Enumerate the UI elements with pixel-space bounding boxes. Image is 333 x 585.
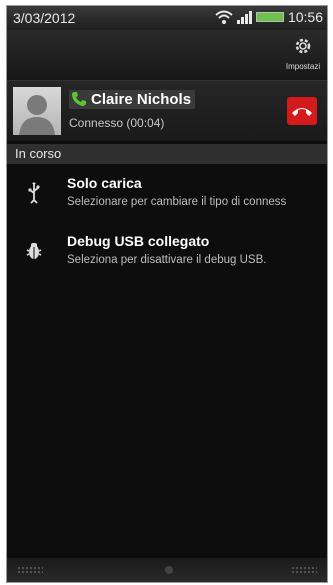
notification-text: Seleziona per disattivare il debug USB.: [67, 254, 267, 266]
notification-item-usb-debug[interactable]: Debug USB collegato Seleziona per disatt…: [7, 224, 327, 278]
usb-icon: [28, 182, 40, 204]
grip-right-icon: [291, 566, 317, 574]
phone-icon: [72, 92, 86, 106]
status-time: 10:56: [287, 9, 323, 25]
shade-header: Impostazi: [7, 30, 327, 81]
shade-handle-bar[interactable]: [7, 558, 327, 582]
grip-left-icon: [17, 566, 43, 574]
section-header: In corso: [7, 144, 327, 164]
notification-item-charge-only[interactable]: Solo carica Selezionare per cambiare il …: [7, 166, 327, 220]
caller-name-box: Claire Nichols: [69, 90, 196, 109]
end-call-icon: [292, 108, 312, 116]
status-bar: 3/03/2012 10:56: [7, 6, 327, 30]
status-indicators: 10:56: [215, 9, 323, 25]
ongoing-call-item[interactable]: Claire Nichols Connesso (00:04): [7, 81, 327, 141]
avatar: [13, 87, 61, 135]
call-status: Connesso (00:04): [69, 116, 165, 130]
signal-icon: [236, 10, 252, 24]
battery-icon: [255, 12, 284, 22]
wifi-icon: [215, 10, 233, 24]
gear-icon: [295, 38, 311, 54]
notification-shade: 3/03/2012 10:56 Impostazi Claire Nichols…: [6, 5, 328, 583]
notification-title: Debug USB collegato: [67, 233, 210, 249]
handle-dot-icon: [165, 566, 173, 574]
settings-button[interactable]: Impostazi: [281, 36, 325, 76]
debug-bug-icon: [26, 243, 42, 259]
notification-title: Solo carica: [67, 175, 142, 191]
status-date: 3/03/2012: [13, 10, 76, 26]
caller-name: Claire Nichols: [91, 91, 192, 108]
end-call-button[interactable]: [287, 97, 317, 125]
notification-text: Selezionare per cambiare il tipo di conn…: [67, 196, 287, 208]
settings-label: Impostazi: [285, 62, 321, 71]
contact-silhouette-icon: [19, 95, 55, 135]
